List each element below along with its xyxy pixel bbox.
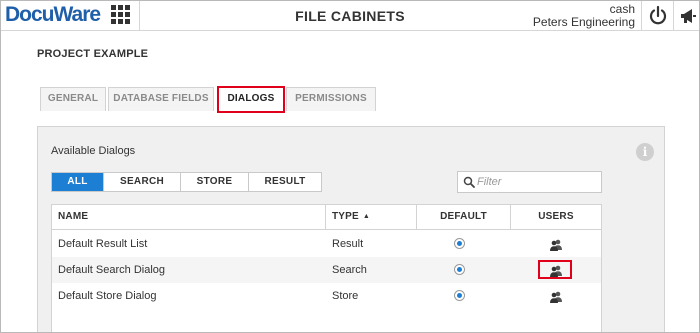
filter-store-button[interactable]: STORE [181,173,249,191]
radio-selected-dot [457,293,462,298]
sort-ascending-icon: ▲ [362,213,371,220]
app-window: DocuWare FILE CABINETS cash Peters Engin… [0,0,700,333]
column-header-default[interactable]: DEFAULT [417,205,510,230]
tab-permissions[interactable]: PERMISSIONS [286,87,376,111]
tab-general[interactable]: GENERAL [40,87,106,111]
tab-database-fields[interactable]: DATABASE FIELDS [108,87,214,111]
filter-input[interactable] [477,174,597,190]
tab-dialogs[interactable]: DIALOGS [217,86,285,113]
panel-heading: Available Dialogs [51,145,136,157]
power-icon[interactable] [648,5,668,27]
table-row[interactable]: Default Result List Result [52,231,601,257]
column-header-type-label: TYPE [332,211,359,222]
organization-name: Peters Engineering [532,15,635,29]
dialog-name: Default Search Dialog [58,264,166,276]
dialogs-panel: Available Dialogs i ALL SEARCH STORE RES… [37,126,665,332]
default-radio[interactable] [454,264,465,275]
dialog-name: Default Store Dialog [58,290,157,302]
dialogs-table: NAME TYPE ▲ DEFAULT USERS Default Result … [51,204,602,332]
radio-selected-dot [457,267,462,272]
default-radio[interactable] [454,238,465,249]
top-bar: DocuWare FILE CABINETS cash Peters Engin… [1,1,699,31]
filter-search-button[interactable]: SEARCH [104,173,181,191]
filter-all-button[interactable]: ALL [52,173,104,191]
users-icon[interactable] [549,291,563,303]
megaphone-icon[interactable] [679,7,697,25]
filter-box [457,171,602,193]
info-icon[interactable]: i [636,143,654,161]
dialog-name: Default Result List [58,238,148,250]
users-icon[interactable] [549,239,563,251]
divider [673,1,674,31]
divider [641,1,642,31]
column-header-name[interactable]: NAME [58,205,88,230]
dialog-type: Result [332,238,364,250]
project-title: PROJECT EXAMPLE [37,48,149,60]
dialog-type: Store [332,290,359,302]
users-icon[interactable] [549,265,563,277]
dialog-type-filter: ALL SEARCH STORE RESULT [51,172,322,192]
column-header-type[interactable]: TYPE ▲ [332,205,370,230]
table-row[interactable]: Default Search Dialog Search [52,257,601,283]
user-info[interactable]: cash Peters Engineering [533,3,635,29]
radio-selected-dot [457,241,462,246]
table-header: NAME TYPE ▲ DEFAULT USERS [52,205,601,230]
table-row[interactable]: Default Store Dialog Store [52,283,601,309]
filter-result-button[interactable]: RESULT [249,173,321,191]
dialog-type: Search [332,264,367,276]
column-divider [325,205,326,230]
column-header-users[interactable]: USERS [511,205,601,230]
default-radio[interactable] [454,290,465,301]
search-icon [463,176,475,188]
